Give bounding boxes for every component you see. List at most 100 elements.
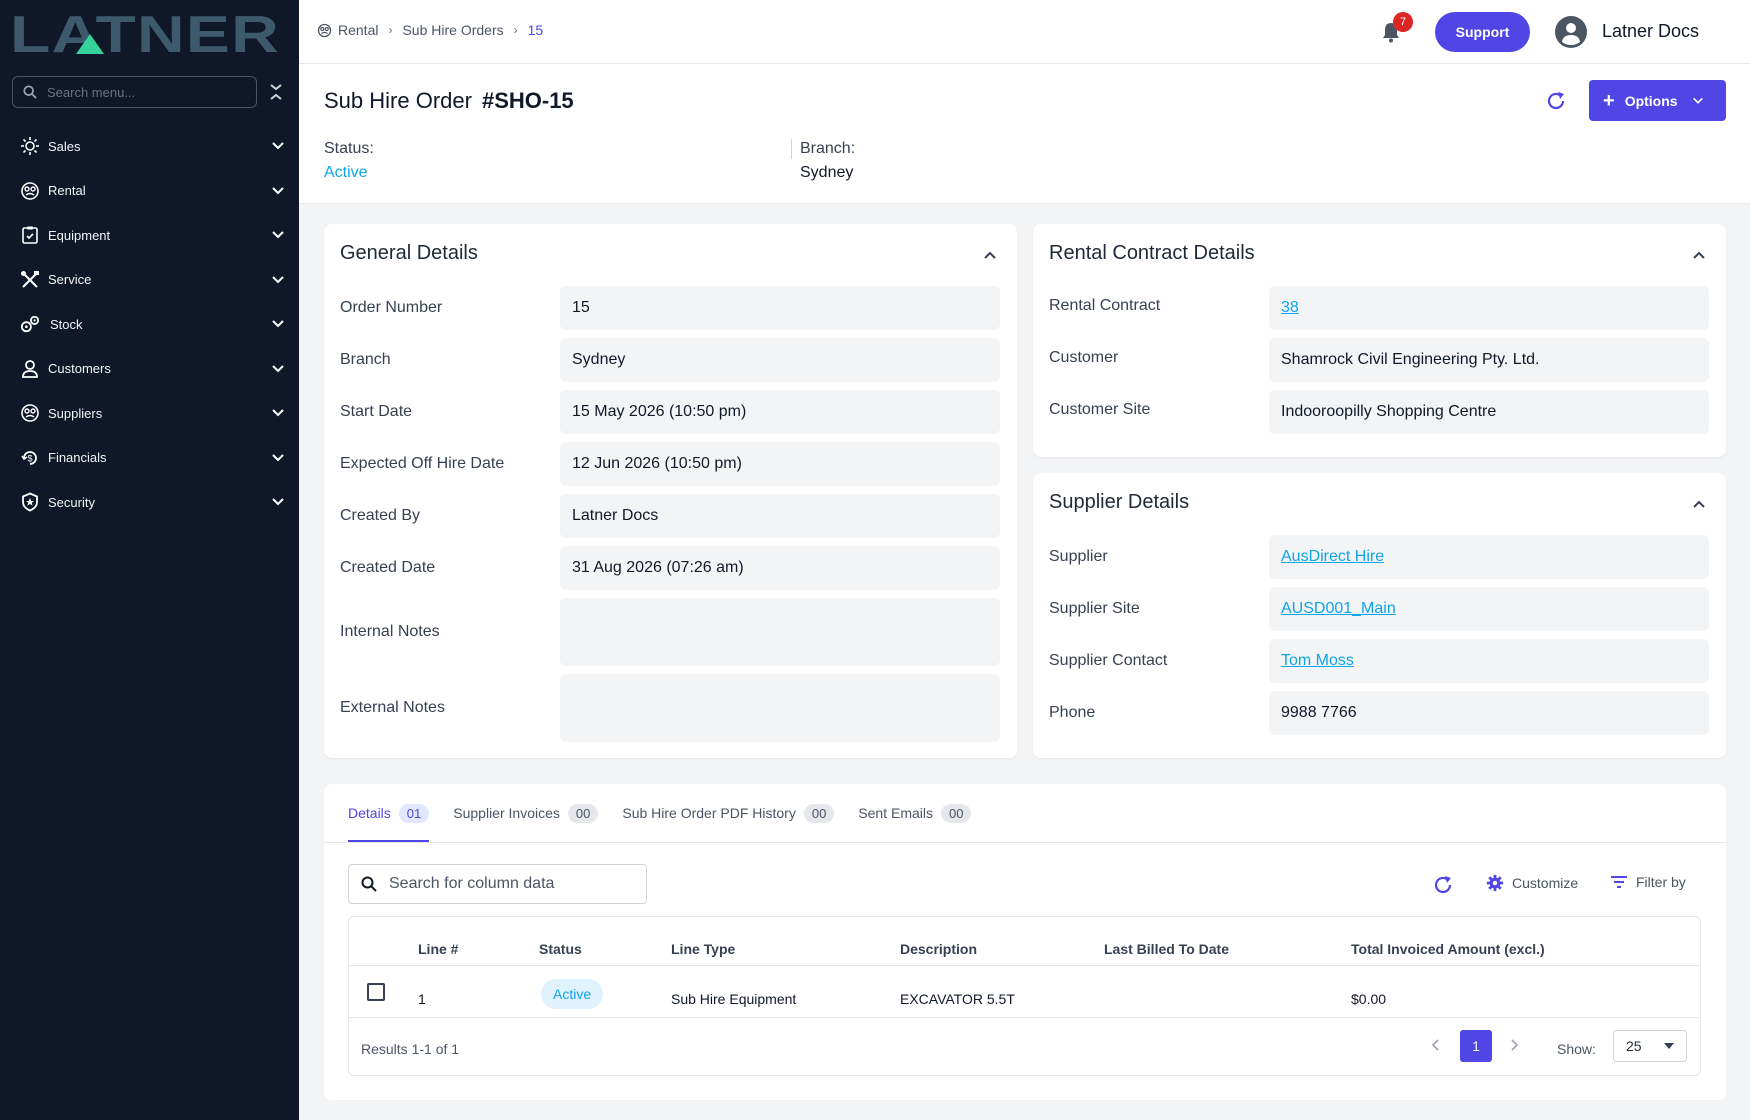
sidebar-item-label: Rental: [48, 183, 86, 199]
user-name[interactable]: Latner Docs: [1602, 21, 1699, 42]
cell-line-type: Sub Hire Equipment: [671, 991, 797, 1007]
tab-label: Supplier Invoices: [453, 805, 560, 821]
column-header-last-billed[interactable]: Last Billed To Date: [1104, 941, 1229, 957]
avatar[interactable]: [1555, 16, 1587, 48]
rental-contract-label: Rental Contract: [1049, 297, 1161, 314]
supplier-label: Supplier: [1049, 548, 1108, 565]
sidebar-item-equipment[interactable]: Equipment: [0, 213, 299, 258]
cell-total-invoiced: $0.00: [1351, 991, 1387, 1007]
rental-icon: [317, 23, 332, 37]
page-size-select[interactable]: 25: [1613, 1030, 1687, 1062]
tab-supplier-invoices[interactable]: Supplier Invoices 00: [453, 784, 599, 842]
column-header-total-invoiced[interactable]: Total Invoiced Amount (excl.): [1351, 941, 1545, 957]
sidebar-item-security[interactable]: Security: [0, 480, 299, 525]
supplier-details-title: Supplier Details: [1049, 491, 1190, 513]
breadcrumb: Rental › Sub Hire Orders › 15: [317, 22, 543, 38]
supplier-contact-link[interactable]: Tom Moss: [1269, 639, 1709, 683]
rental-icon: [20, 181, 40, 201]
gear-icon: [1486, 874, 1504, 892]
breadcrumb-rental[interactable]: Rental: [338, 22, 378, 38]
column-search-input[interactable]: Search for column data: [348, 864, 647, 904]
filter-icon: [1611, 876, 1627, 888]
svg-text:LATNER: LATNER: [10, 10, 280, 56]
chevron-left-icon[interactable]: [1429, 1037, 1443, 1053]
chevron-up-icon[interactable]: [983, 248, 997, 262]
supplier-link[interactable]: AusDirect Hire: [1269, 535, 1709, 579]
row-checkbox[interactable]: [367, 983, 385, 1001]
status-badge: Active: [541, 979, 604, 1009]
supplier-site-link[interactable]: AUSD001_Main: [1269, 587, 1709, 631]
sidebar-item-rental[interactable]: Rental: [0, 169, 299, 214]
chevron-down-icon: [272, 187, 284, 195]
sidebar-item-financials[interactable]: $ Financials: [0, 436, 299, 481]
tabs-divider: [324, 842, 1726, 843]
sidebar-nav: Sales Rental Equipment Service Stock Cus…: [0, 124, 299, 525]
options-button[interactable]: + Options: [1589, 80, 1726, 121]
expected-off-hire-date-value: 12 Jun 2026 (10:50 pm): [560, 442, 1000, 486]
chevron-down-icon: [272, 142, 284, 150]
latner-logo[interactable]: LATNER: [10, 10, 280, 56]
chevron-up-icon[interactable]: [1692, 248, 1706, 262]
sidebar-item-sales[interactable]: Sales: [0, 124, 299, 169]
breadcrumb-sub-hire-orders[interactable]: Sub Hire Orders: [402, 22, 503, 38]
sidebar-item-customers[interactable]: Customers: [0, 347, 299, 392]
expected-off-hire-date-label: Expected Off Hire Date: [340, 455, 505, 472]
page-title: Sub Hire Order #SHO-15: [324, 88, 574, 114]
results-count: Results 1-1 of 1: [361, 1041, 460, 1057]
created-date-label: Created Date: [340, 559, 436, 576]
chevron-up-icon[interactable]: [1692, 497, 1706, 511]
sidebar-item-stock[interactable]: Stock: [0, 302, 299, 347]
column-header-line[interactable]: Line #: [418, 941, 458, 957]
sidebar-item-label: Financials: [48, 450, 107, 466]
refresh-icon[interactable]: [1545, 90, 1567, 112]
chevron-down-icon: [272, 409, 284, 417]
tab-label: Sub Hire Order PDF History: [622, 805, 796, 821]
branch-label: Branch:: [800, 140, 856, 157]
branch-field-label: Branch: [340, 351, 391, 368]
customer-value: Shamrock Civil Engineering Pty. Ltd.: [1269, 338, 1709, 382]
chevron-right-icon[interactable]: [1507, 1037, 1521, 1053]
breadcrumb-current: 15: [527, 22, 544, 38]
column-header-status[interactable]: Status: [539, 941, 582, 957]
customer-label: Customer: [1049, 349, 1119, 366]
search-icon: [361, 876, 377, 892]
start-date-label: Start Date: [340, 403, 413, 420]
tab-count: 01: [398, 803, 430, 823]
customer-site-label: Customer Site: [1049, 401, 1151, 418]
internal-notes-value: [560, 598, 1000, 666]
rental-contract-link[interactable]: 38: [1269, 286, 1709, 330]
rental-contract-card: Rental Contract Details Rental Contract …: [1033, 224, 1726, 457]
start-date-value: 15 May 2026 (10:50 pm): [560, 390, 1000, 434]
sidebar-item-service[interactable]: Service: [0, 258, 299, 303]
order-number-value: 15: [560, 286, 1000, 330]
sidebar-item-label: Security: [48, 494, 95, 510]
notification-badge: 7: [1393, 12, 1413, 32]
supplier-details-card: Supplier Details Supplier AusDirect Hire…: [1033, 473, 1726, 758]
tab-details[interactable]: Details 01: [348, 784, 430, 842]
svg-text:$: $: [27, 453, 32, 463]
branch-field-value: Sydney: [560, 338, 1000, 382]
tab-sent-emails[interactable]: Sent Emails 00: [858, 784, 972, 842]
filter-button[interactable]: Filter by: [1610, 874, 1686, 890]
sidebar-item-suppliers[interactable]: Suppliers: [0, 391, 299, 436]
sidebar-item-label: Stock: [50, 316, 83, 332]
column-header-description[interactable]: Description: [900, 941, 977, 957]
menu-search-input[interactable]: Search menu...: [12, 76, 257, 108]
rental-contract-title: Rental Contract Details: [1049, 242, 1255, 264]
tab-count: 00: [803, 803, 835, 823]
supplier-icon: [20, 403, 40, 423]
tab-pdf-history[interactable]: Sub Hire Order PDF History 00: [622, 784, 835, 842]
order-header: Sub Hire Order #SHO-15 + Options Status: …: [299, 64, 1750, 204]
order-lines-table: Line # Status Line Type Description Last…: [348, 916, 1701, 1076]
collapse-sidebar-icon[interactable]: [268, 80, 284, 104]
caret-down-icon: [1664, 1043, 1674, 1049]
column-header-line-type[interactable]: Line Type: [671, 941, 735, 957]
options-label: Options: [1624, 92, 1678, 109]
filter-label: Filter by: [1636, 874, 1686, 890]
support-button[interactable]: Support: [1435, 12, 1530, 52]
page-button-current[interactable]: 1: [1460, 1030, 1492, 1062]
phone-value: 9988 7766: [1269, 691, 1709, 735]
sidebar-item-label: Service: [48, 272, 92, 288]
refresh-icon[interactable]: [1432, 874, 1454, 896]
customize-button[interactable]: Customize: [1486, 874, 1578, 892]
